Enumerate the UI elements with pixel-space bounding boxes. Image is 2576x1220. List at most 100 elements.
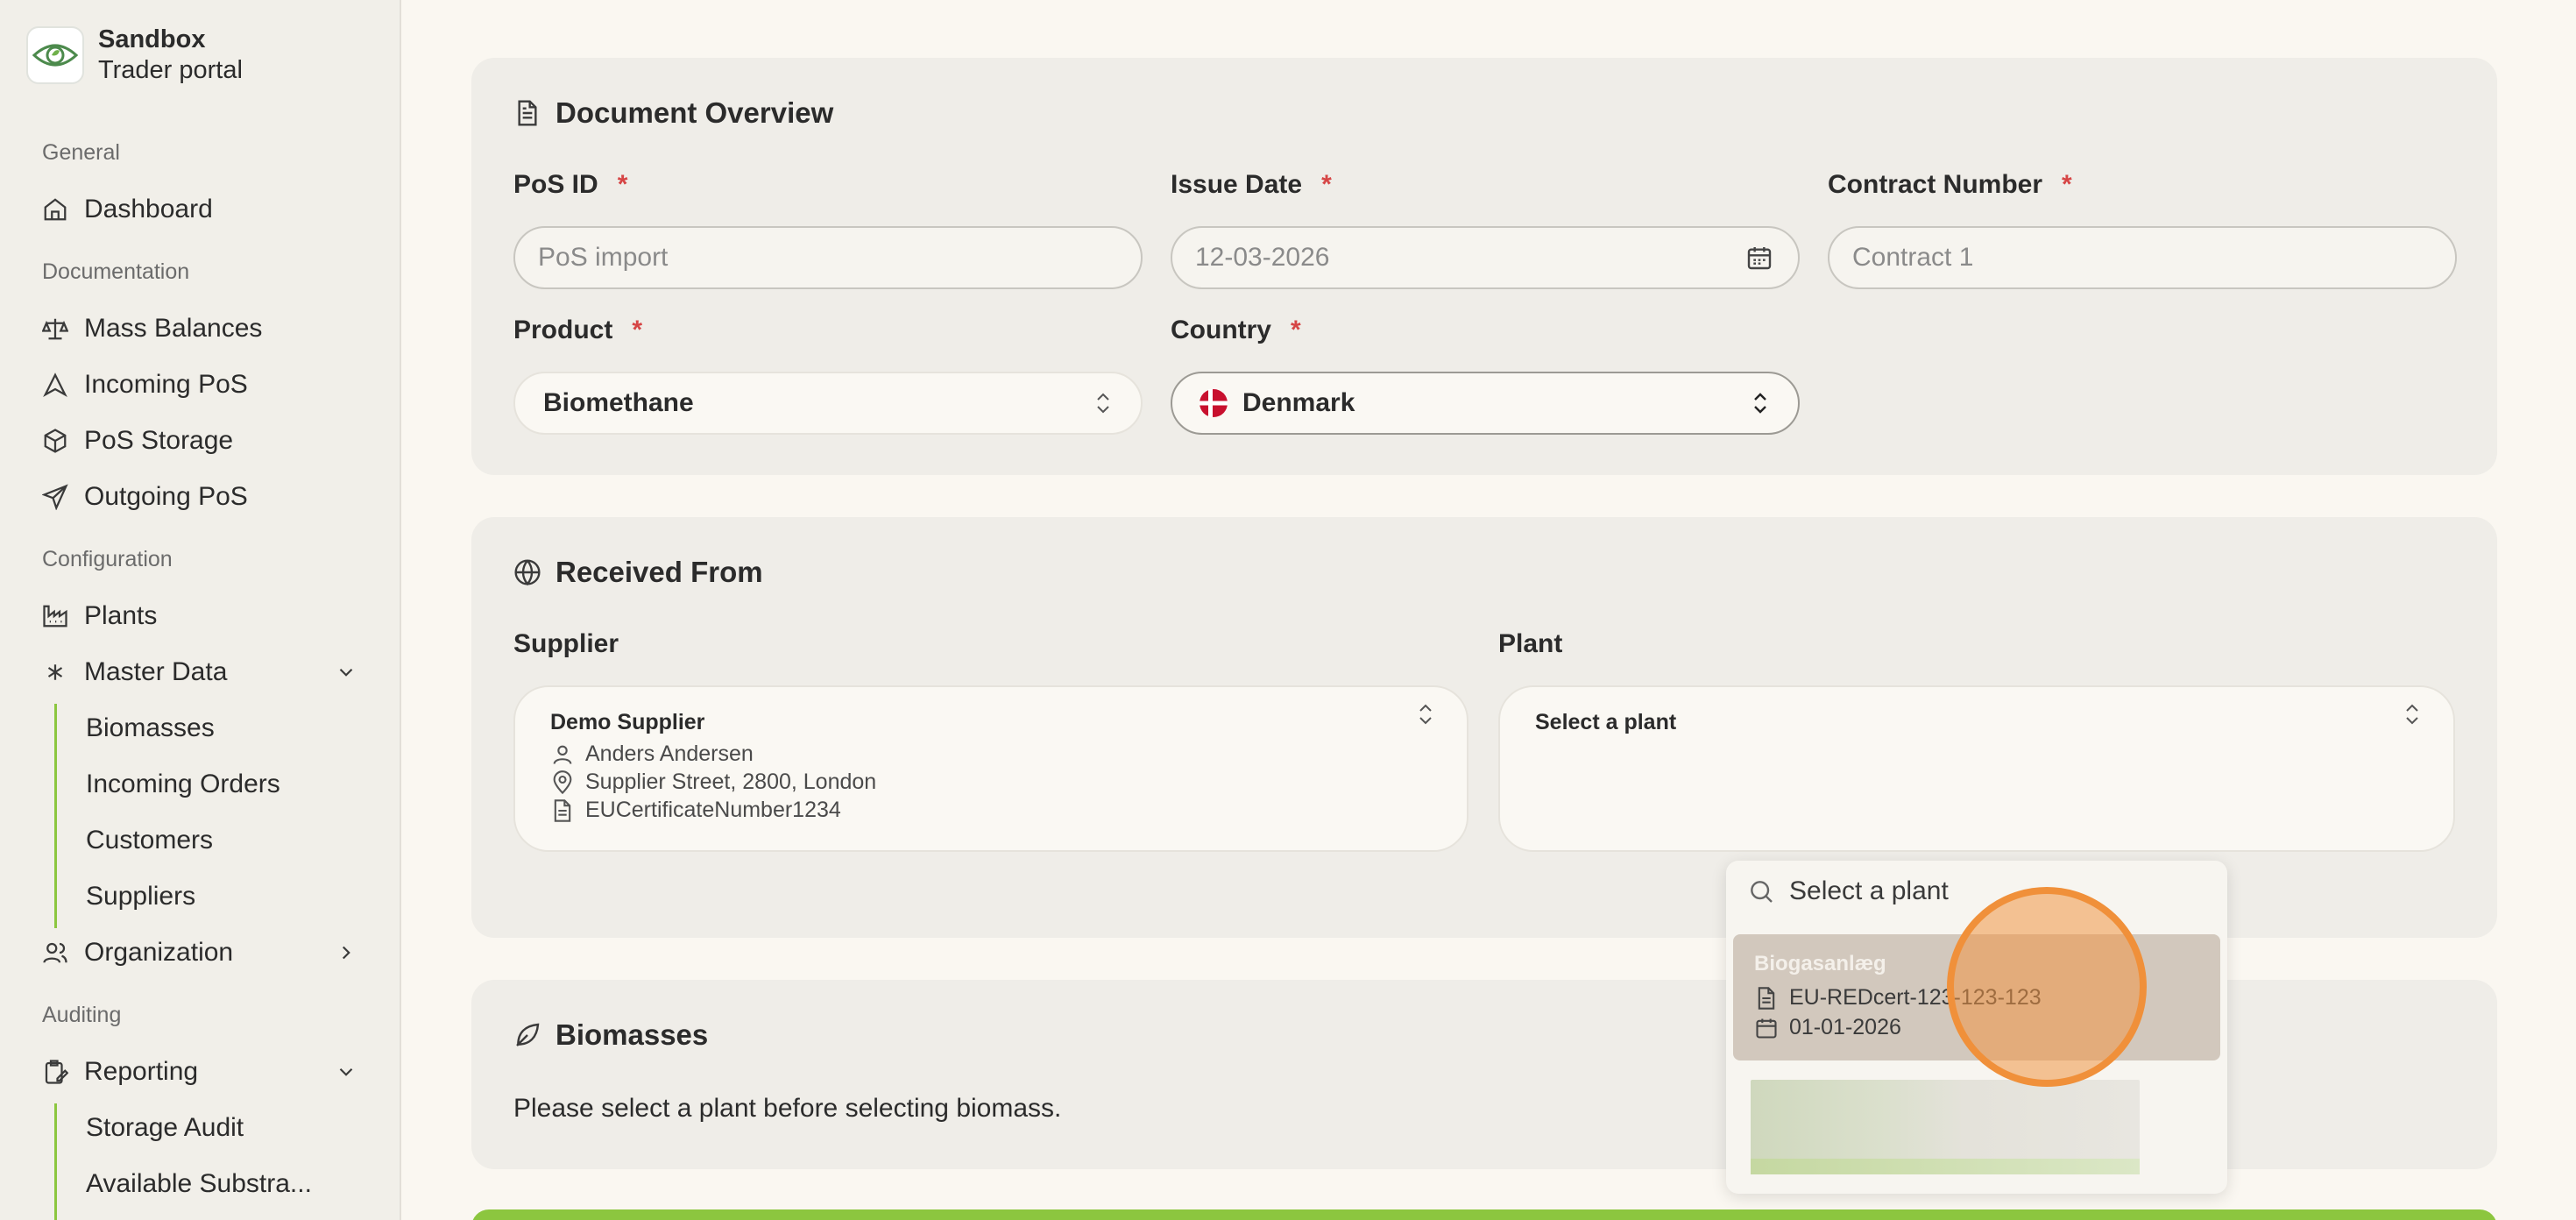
supplier-select[interactable]: Demo Supplier Anders Andersen Supplier S… bbox=[513, 685, 1468, 852]
search-placeholder: Select a plant bbox=[1789, 876, 1949, 905]
plant-select[interactable]: Select a plant bbox=[1498, 685, 2455, 852]
scale-icon bbox=[42, 316, 68, 342]
chevron-right-icon[interactable] bbox=[335, 941, 357, 964]
denmark-flag-icon bbox=[1199, 388, 1228, 418]
supplier-label: Supplier bbox=[513, 629, 619, 658]
sidebar-item-customers[interactable]: Customers bbox=[86, 816, 213, 865]
plant-label: Plant bbox=[1498, 629, 1563, 658]
country-select[interactable]: Denmark bbox=[1171, 372, 1800, 435]
pos-id-input[interactable]: PoS import bbox=[513, 226, 1143, 289]
chevron-down-icon[interactable] bbox=[335, 1060, 357, 1083]
map-pin-icon bbox=[550, 770, 575, 795]
sidebar-item-master-data[interactable]: Master Data bbox=[42, 648, 357, 697]
chevron-up-down-icon bbox=[2403, 701, 2422, 727]
plant-placeholder: Select a plant bbox=[1535, 710, 1677, 734]
contract-number-label: Contract Number * bbox=[1828, 170, 2072, 200]
product-select[interactable]: Biomethane bbox=[513, 372, 1143, 435]
sidebar-item-mass-balances[interactable]: Mass Balances bbox=[42, 304, 357, 353]
package-icon bbox=[42, 428, 68, 454]
label-text: Country bbox=[1171, 316, 1271, 344]
brand-title: Sandbox bbox=[98, 25, 206, 53]
sidebar-item-label: PoS Storage bbox=[84, 426, 234, 455]
required-mark: * bbox=[1321, 170, 1332, 199]
supplier-contact: Anders Andersen bbox=[585, 741, 754, 766]
sidebar: Sandbox Trader portal General Dashboard … bbox=[0, 0, 401, 1220]
select-value: Biomethane bbox=[543, 388, 694, 417]
leaf-icon bbox=[513, 1021, 541, 1049]
sidebar-item-outgoing-pos[interactable]: Outgoing PoS bbox=[42, 472, 357, 521]
clipboard-edit-icon bbox=[42, 1059, 68, 1085]
issue-date-input[interactable]: 12-03-2026 bbox=[1171, 226, 1800, 289]
sidebar-item-plants[interactable]: Plants bbox=[42, 592, 357, 641]
chevron-up-down-icon bbox=[1093, 390, 1113, 416]
sidebar-item-label: Master Data bbox=[84, 657, 228, 686]
input-placeholder: PoS import bbox=[538, 243, 669, 272]
document-icon bbox=[513, 99, 541, 127]
label-text: PoS ID bbox=[513, 170, 598, 199]
required-mark: * bbox=[2062, 170, 2072, 199]
chevron-up-down-icon bbox=[1751, 390, 1770, 416]
sidebar-item-label: Mass Balances bbox=[84, 314, 263, 343]
biomasses-heading: Biomasses bbox=[513, 1018, 708, 1052]
master-data-subnav-line bbox=[54, 704, 57, 928]
document-icon bbox=[1754, 986, 1779, 1011]
sidebar-item-storage-audit[interactable]: Storage Audit bbox=[86, 1103, 244, 1153]
pos-id-label: PoS ID * bbox=[513, 170, 627, 200]
biomasses-empty-message: Please select a plant before selecting b… bbox=[513, 1094, 1062, 1123]
chevron-down-icon[interactable] bbox=[335, 661, 357, 684]
sidebar-item-label: Incoming PoS bbox=[84, 370, 248, 399]
label-text: Product bbox=[513, 316, 613, 344]
section-documentation: Documentation bbox=[42, 259, 190, 284]
issue-date-label: Issue Date * bbox=[1171, 170, 1332, 200]
select-value: Denmark bbox=[1242, 388, 1355, 417]
document-overview-heading: Document Overview bbox=[513, 96, 833, 130]
supplier-certificate-row: EUCertificateNumber1234 bbox=[550, 798, 841, 823]
sidebar-item-biomasses[interactable]: Biomasses bbox=[86, 704, 215, 753]
supplier-address-row: Supplier Street, 2800, London bbox=[550, 770, 876, 795]
sidebar-item-label: Dashboard bbox=[84, 195, 213, 223]
reporting-subnav-line bbox=[54, 1103, 57, 1220]
supplier-contact-row: Anders Andersen bbox=[550, 741, 754, 767]
country-label: Country * bbox=[1171, 316, 1301, 345]
input-placeholder: Contract 1 bbox=[1852, 243, 1974, 272]
label-text: Issue Date bbox=[1171, 170, 1303, 199]
section-auditing: Auditing bbox=[42, 1003, 122, 1027]
calendar-icon[interactable] bbox=[1745, 244, 1773, 272]
globe-icon bbox=[513, 558, 541, 586]
required-mark: * bbox=[617, 170, 628, 199]
sidebar-item-incoming-pos[interactable]: Incoming PoS bbox=[42, 360, 357, 409]
sidebar-item-dashboard[interactable]: Dashboard bbox=[42, 185, 357, 234]
sidebar-item-label: Plants bbox=[84, 601, 158, 630]
supplier-address: Supplier Street, 2800, London bbox=[585, 770, 877, 794]
sidebar-item-pos-storage[interactable]: PoS Storage bbox=[42, 416, 357, 465]
product-label: Product * bbox=[513, 316, 642, 345]
sidebar-item-incoming-orders[interactable]: Incoming Orders bbox=[86, 760, 280, 809]
contract-number-input[interactable]: Contract 1 bbox=[1828, 226, 2457, 289]
sidebar-item-organization[interactable]: Organization bbox=[42, 928, 357, 977]
plant-option-date-row: 01-01-2026 bbox=[1754, 1015, 1901, 1040]
send-icon bbox=[42, 484, 68, 510]
brand[interactable]: Sandbox Trader portal bbox=[26, 25, 243, 86]
sidebar-item-available-substrates[interactable]: Available Substra... bbox=[86, 1160, 312, 1209]
chevron-up-down-icon bbox=[1416, 701, 1435, 727]
plant-search[interactable]: Select a plant bbox=[1747, 876, 1949, 906]
sidebar-item-reporting[interactable]: Reporting bbox=[42, 1047, 357, 1096]
input-value: 12-03-2026 bbox=[1195, 243, 1330, 272]
user-icon bbox=[550, 742, 575, 767]
received-from-heading: Received From bbox=[513, 556, 763, 589]
sidebar-item-suppliers[interactable]: Suppliers bbox=[86, 872, 195, 921]
factory-icon bbox=[42, 603, 68, 629]
document-icon bbox=[550, 798, 575, 823]
search-icon bbox=[1747, 877, 1775, 905]
submit-bar[interactable] bbox=[471, 1209, 2497, 1220]
supplier-name: Demo Supplier bbox=[550, 710, 705, 734]
section-configuration: Configuration bbox=[42, 547, 173, 571]
sidebar-item-label: Outgoing PoS bbox=[84, 482, 248, 511]
blurred-placeholder bbox=[1751, 1080, 2140, 1174]
calendar-icon bbox=[1754, 1016, 1779, 1040]
plant-option-name: Biogasanlæg bbox=[1754, 952, 1886, 975]
section-title: Document Overview bbox=[556, 96, 834, 129]
eye-leaf-logo bbox=[26, 25, 84, 84]
home-icon bbox=[42, 196, 68, 223]
users-icon bbox=[42, 940, 68, 966]
